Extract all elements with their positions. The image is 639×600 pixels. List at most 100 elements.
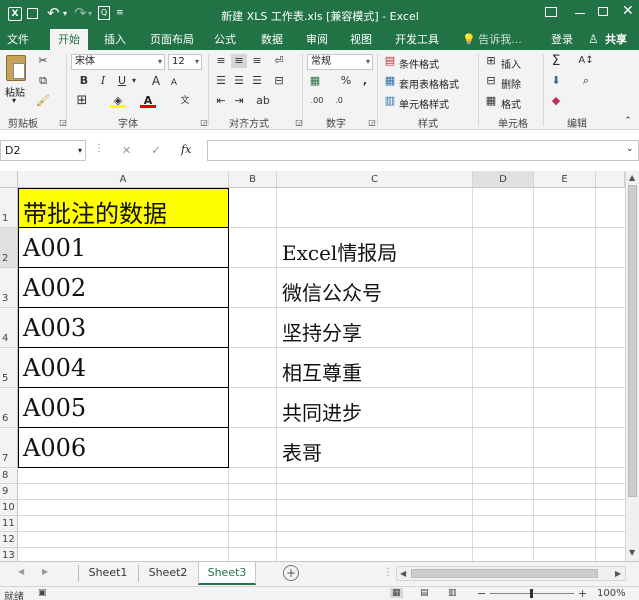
column-header-f[interactable]: [596, 171, 625, 188]
insert-function-button[interactable]: fx: [181, 143, 191, 156]
row-header-1[interactable]: 1: [0, 188, 18, 228]
tab-view[interactable]: 视图: [343, 29, 379, 50]
column-header-c[interactable]: C: [277, 171, 473, 188]
format-cells-button[interactable]: 格式: [501, 96, 521, 111]
align-bottom-icon[interactable]: ≡: [249, 54, 265, 68]
formula-input[interactable]: [207, 140, 639, 161]
cell-c4[interactable]: 坚持分享: [282, 317, 362, 346]
autosum-icon[interactable]: Σ: [548, 54, 564, 68]
confirm-entry-button[interactable]: ✓: [151, 143, 161, 157]
cell-a3[interactable]: A002: [18, 267, 229, 308]
clipboard-launcher-icon[interactable]: ◲: [55, 116, 71, 130]
insert-cells-icon[interactable]: ⊞: [483, 54, 499, 68]
row-header-8[interactable]: 8: [0, 468, 18, 484]
clear-icon[interactable]: ◆: [548, 94, 564, 108]
save-icon[interactable]: [27, 8, 38, 19]
conditional-formatting-button[interactable]: 条件格式: [399, 56, 439, 71]
align-top-icon[interactable]: ≡: [213, 54, 229, 68]
scroll-up-icon[interactable]: ▲: [629, 173, 635, 182]
row-header-3[interactable]: 3: [0, 268, 18, 308]
row-header-7[interactable]: 7: [0, 428, 18, 468]
vertical-scroll-thumb[interactable]: [628, 185, 637, 497]
tab-review[interactable]: 审阅: [299, 29, 335, 50]
tab-insert[interactable]: 插入: [97, 29, 133, 50]
percent-button[interactable]: %: [338, 74, 354, 88]
phonetic-icon[interactable]: 文: [177, 94, 193, 108]
row-header-12[interactable]: 12: [0, 532, 18, 548]
delete-cells-icon[interactable]: ⊟: [483, 74, 499, 88]
align-right-icon[interactable]: ☰: [249, 74, 265, 88]
cell-styles-icon[interactable]: ▥: [382, 94, 398, 108]
format-cells-icon[interactable]: ▦: [483, 94, 499, 108]
increase-decimal-icon[interactable]: .00: [309, 94, 325, 108]
cell-c2[interactable]: Excel情报局: [282, 237, 397, 266]
formula-bar-grip-icon[interactable]: ⋮: [94, 143, 104, 154]
format-painter-icon[interactable]: 🖌: [35, 94, 51, 108]
tab-developer[interactable]: 开发工具: [388, 29, 446, 50]
undo-dropdown-icon[interactable]: ▾: [63, 9, 67, 18]
customize-qat-icon[interactable]: ≡: [116, 8, 124, 18]
column-header-a[interactable]: A: [18, 171, 229, 188]
comma-button[interactable]: ,: [357, 74, 373, 88]
underline-dropdown-icon[interactable]: ▾: [126, 74, 142, 88]
cell-c3[interactable]: 微信公众号: [282, 277, 382, 306]
font-name-combo[interactable]: 宋体 ▾: [71, 54, 165, 70]
horizontal-scroll-thumb[interactable]: [411, 569, 598, 578]
normal-view-icon[interactable]: ▦: [390, 588, 403, 598]
worksheet-grid[interactable]: A B C D E 1 2 3 4 5 6 7 8 9 10 11 12 13: [0, 171, 625, 561]
vertical-scrollbar[interactable]: ▲ ▼: [625, 171, 639, 561]
decrease-indent-icon[interactable]: ⇤: [213, 94, 229, 108]
row-header-9[interactable]: 9: [0, 484, 18, 500]
italic-button[interactable]: I: [95, 74, 111, 88]
row-header-5[interactable]: 5: [0, 348, 18, 388]
conditional-formatting-icon[interactable]: ▤: [382, 54, 398, 68]
format-as-table-button[interactable]: 套用表格格式: [399, 76, 459, 91]
fill-icon[interactable]: ⬇: [548, 74, 564, 88]
scroll-down-icon[interactable]: ▼: [629, 548, 635, 557]
column-header-e[interactable]: E: [534, 171, 596, 188]
tell-me-box[interactable]: 告诉我...: [476, 29, 524, 50]
paste-dropdown-icon[interactable]: ▾: [12, 96, 16, 105]
share-button[interactable]: 共享: [601, 29, 631, 50]
expand-formula-bar-icon[interactable]: ⌄: [626, 144, 634, 154]
tab-file[interactable]: 文件: [0, 29, 36, 50]
cell-c6[interactable]: 共同进步: [282, 397, 362, 426]
cell-c7[interactable]: 表哥: [282, 437, 322, 466]
close-icon[interactable]: ✕: [622, 3, 634, 19]
tab-split-grip-icon[interactable]: ⋮: [383, 567, 393, 578]
cut-icon[interactable]: ✂: [35, 54, 51, 68]
macro-record-icon[interactable]: ▣: [38, 588, 47, 598]
cell-a1[interactable]: 带批注的数据: [18, 188, 229, 228]
scroll-sheets-right-icon[interactable]: ▶: [42, 567, 48, 576]
cell-styles-button[interactable]: 单元格样式: [399, 96, 449, 111]
delete-cells-button[interactable]: 删除: [501, 76, 521, 91]
grow-font-button[interactable]: A: [148, 74, 164, 88]
horizontal-scrollbar[interactable]: ◀ ▶: [396, 566, 626, 581]
insert-cells-button[interactable]: 插入: [501, 56, 521, 71]
copy-icon[interactable]: ⧉: [35, 74, 51, 88]
align-center-icon[interactable]: ☰: [231, 74, 247, 88]
redo-dropdown-icon[interactable]: ▾: [88, 9, 92, 18]
redo-icon[interactable]: ↷: [74, 4, 87, 22]
preview-icon[interactable]: Q: [98, 6, 110, 20]
scroll-left-icon[interactable]: ◀: [400, 569, 406, 578]
tab-home[interactable]: 开始: [50, 29, 88, 51]
ribbon-display-options-icon[interactable]: [545, 7, 557, 17]
borders-icon[interactable]: ⊞: [74, 94, 90, 108]
number-format-combo[interactable]: 常规 ▾: [307, 54, 373, 70]
column-header-b[interactable]: B: [229, 171, 277, 188]
cell-a4[interactable]: A003: [18, 307, 229, 348]
bold-button[interactable]: B: [76, 74, 92, 88]
accounting-format-icon[interactable]: ▦: [307, 74, 323, 88]
orientation-icon[interactable]: ab: [255, 94, 271, 108]
sheet-tab-sheet2[interactable]: Sheet2: [141, 562, 195, 585]
cell-a6[interactable]: A005: [18, 387, 229, 428]
find-select-icon[interactable]: ⌕: [578, 74, 594, 88]
cancel-entry-button[interactable]: ✕: [122, 144, 131, 157]
row-header-10[interactable]: 10: [0, 500, 18, 516]
scroll-sheets-left-icon[interactable]: ◀: [18, 567, 24, 576]
row-header-11[interactable]: 11: [0, 516, 18, 532]
zoom-slider-thumb[interactable]: [530, 589, 533, 598]
cell-a5[interactable]: A004: [18, 347, 229, 388]
tab-data[interactable]: 数据: [254, 29, 290, 50]
